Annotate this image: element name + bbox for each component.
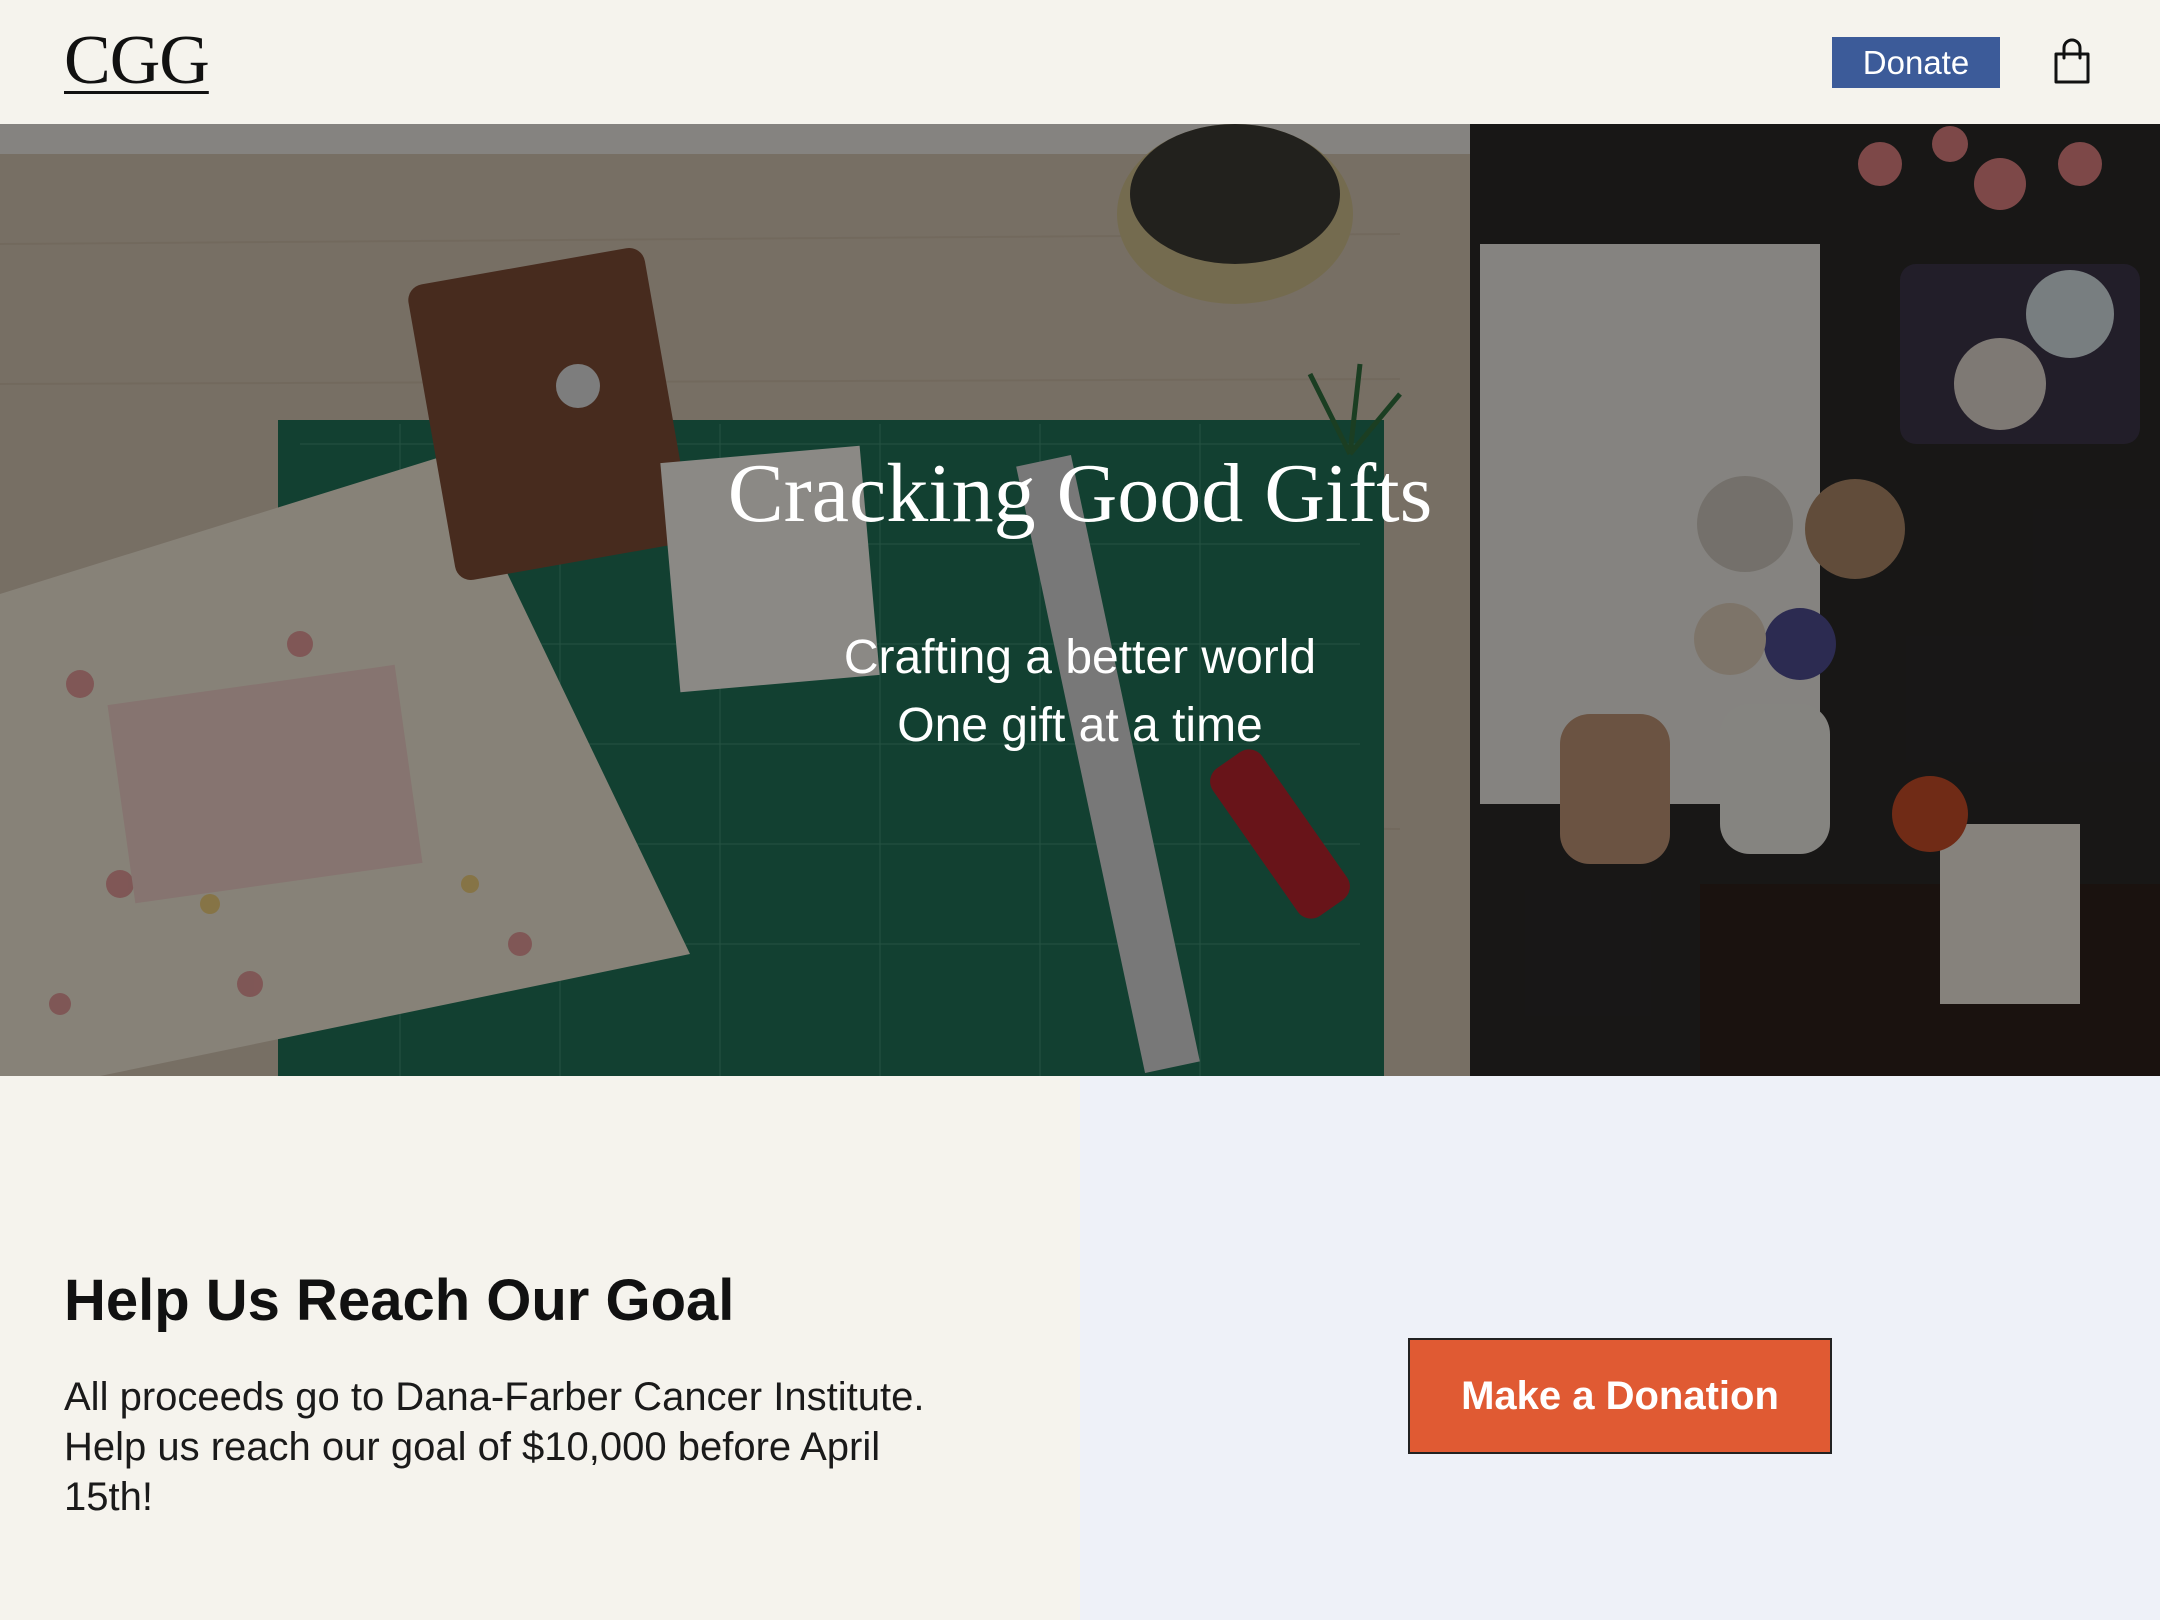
hero-title: Cracking Good Gifts bbox=[727, 447, 1433, 540]
hero-subtitle-line-1: Crafting a better world bbox=[843, 631, 1317, 684]
hero-overlay bbox=[0, 124, 2160, 1076]
goal-description: All proceeds go to Dana-Farber Cancer In… bbox=[64, 1375, 925, 1519]
site-logo[interactable]: CGG bbox=[64, 18, 210, 104]
hero-subtitle: Crafting a better world One gift at a ti… bbox=[0, 624, 2160, 760]
make-donation-button[interactable]: Make a Donation bbox=[1408, 1338, 1832, 1454]
hero-banner: Cracking Good Gifts Crafting a better wo… bbox=[0, 124, 2160, 1076]
shopping-bag-icon[interactable] bbox=[2052, 38, 2092, 86]
hero-subtitle-line-2: One gift at a time bbox=[897, 699, 1263, 752]
goal-section: Help Us Reach Our Goal All proceeds go t… bbox=[0, 1076, 1080, 1620]
donate-button[interactable]: Donate bbox=[1832, 37, 2000, 88]
site-header: CGG Donate bbox=[0, 0, 2160, 124]
donation-section: Make a Donation bbox=[1080, 1076, 2160, 1620]
goal-heading: Help Us Reach Our Goal bbox=[64, 1268, 735, 1333]
